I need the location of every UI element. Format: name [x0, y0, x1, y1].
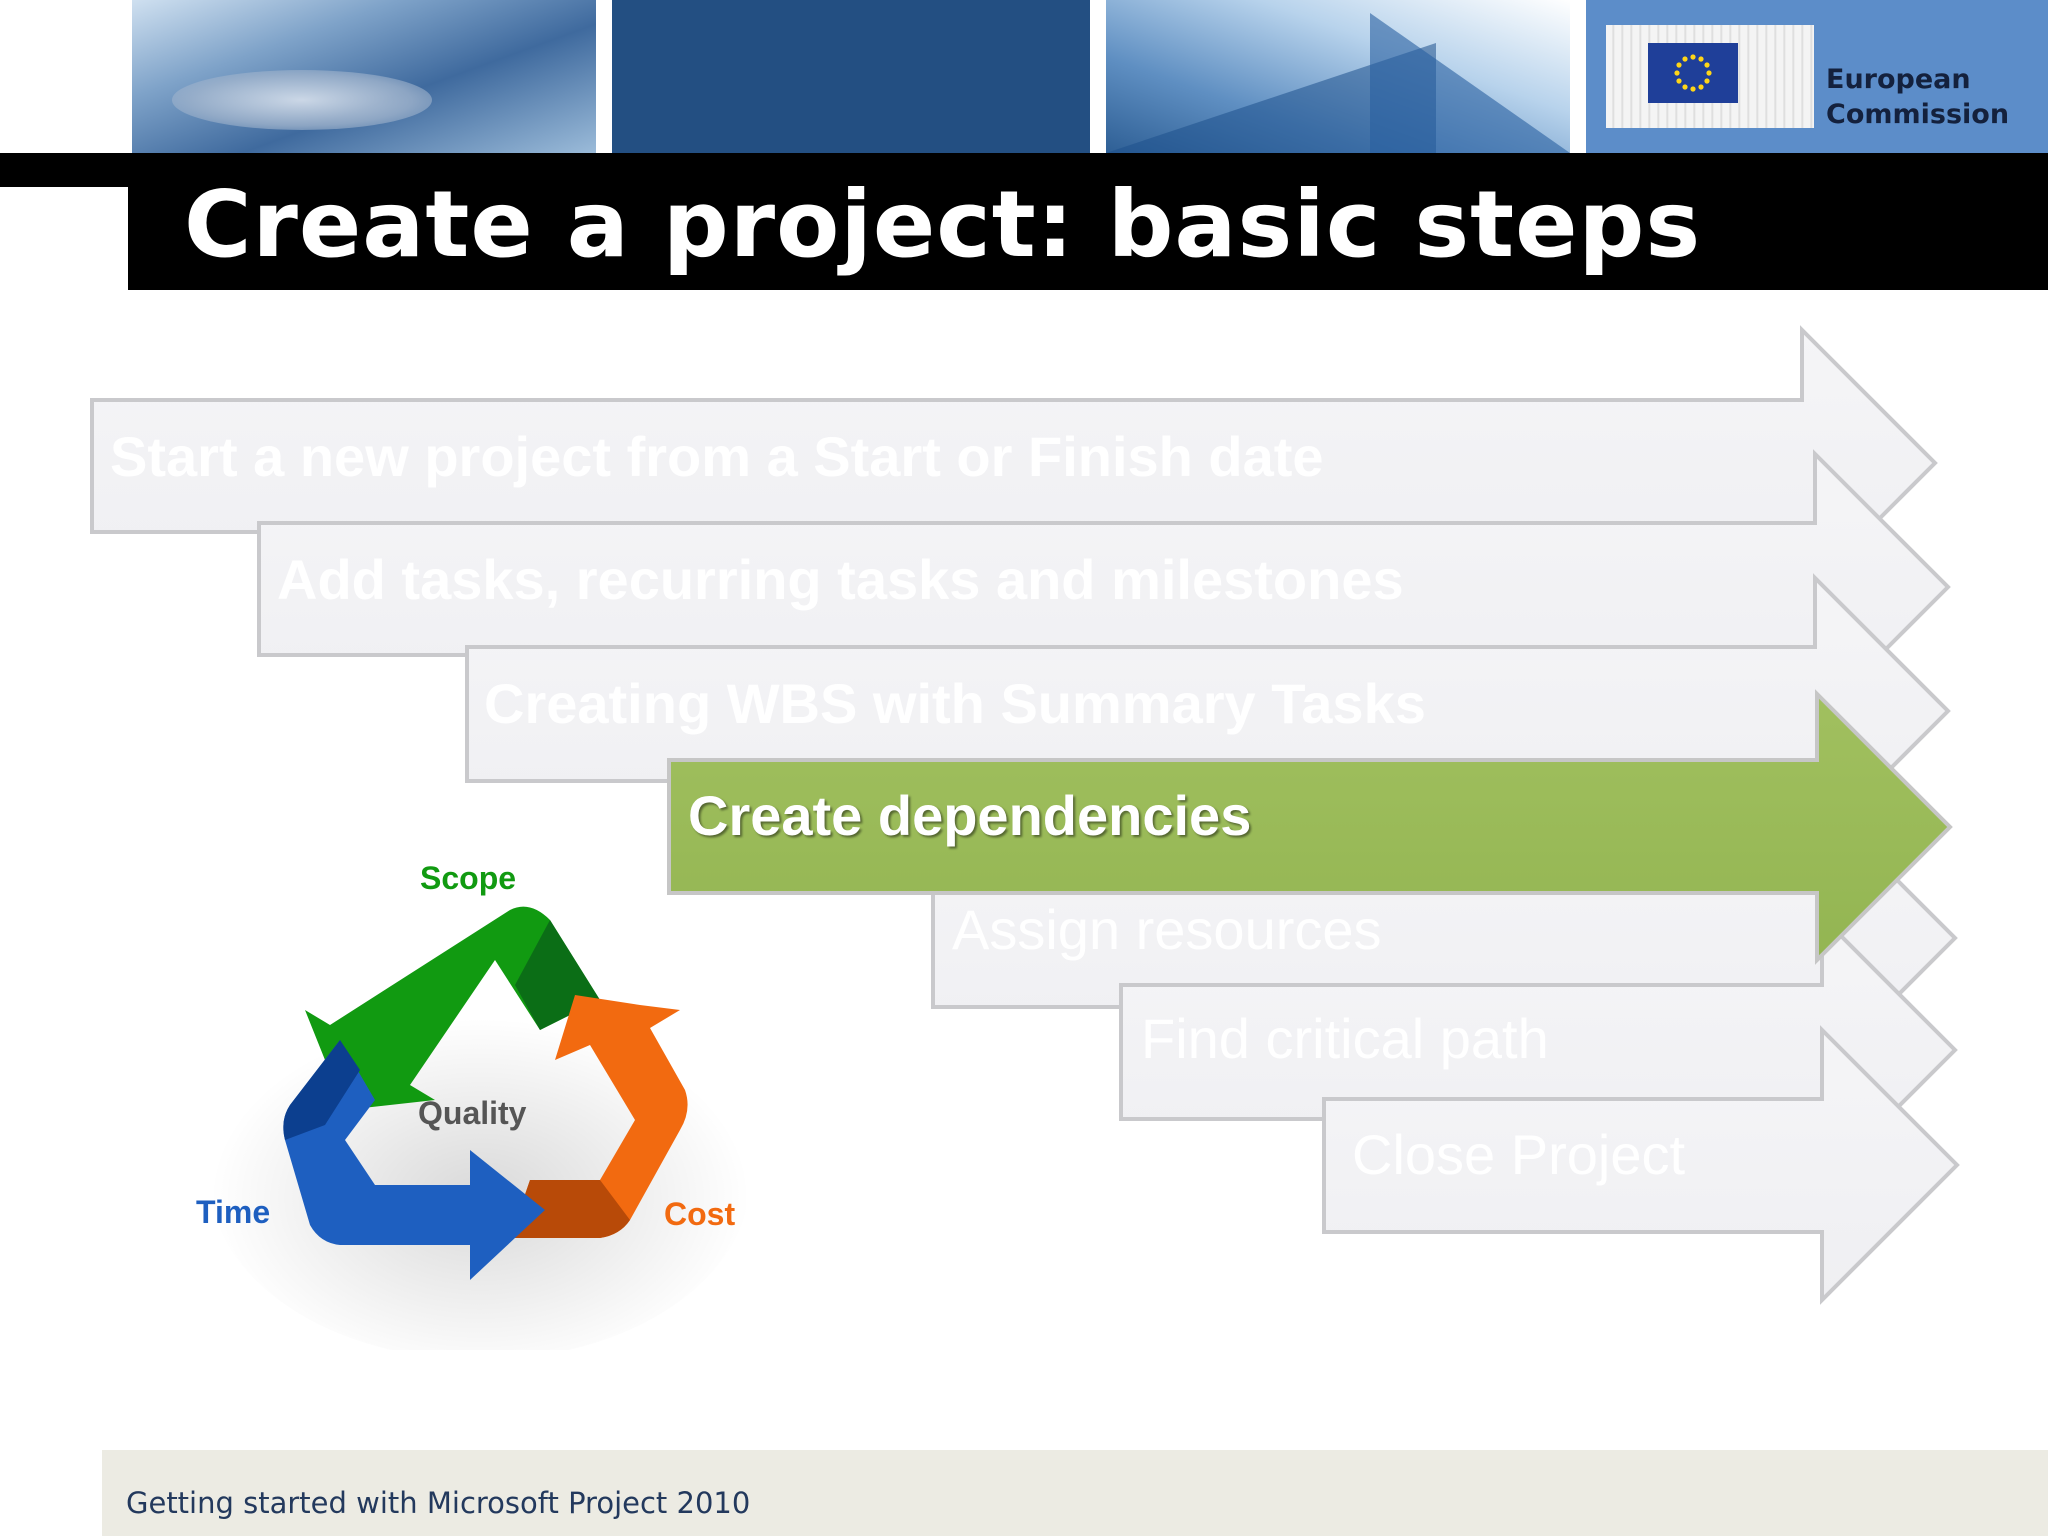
time-label: Time — [196, 1194, 271, 1230]
project-triangle-diagram: Scope Quality Time Cost — [180, 850, 780, 1360]
footer-text: Getting started with Microsoft Project 2… — [126, 1486, 751, 1520]
step-label-6: Find critical path — [1141, 1007, 1549, 1070]
step-label-1: Start a new project from a Start or Fini… — [110, 425, 1324, 488]
step-label-2: Add tasks, recurring tasks and milestone… — [277, 548, 1404, 611]
step-label-4-active: Create dependencies — [688, 784, 1252, 847]
step-label-5: Assign resources — [952, 898, 1382, 961]
quality-label: Quality — [418, 1095, 527, 1131]
footer-bar: Getting started with Microsoft Project 2… — [102, 1450, 2048, 1536]
cost-label: Cost — [664, 1196, 736, 1232]
scope-label: Scope — [420, 860, 517, 896]
step-label-3: Creating WBS with Summary Tasks — [484, 672, 1426, 735]
step-label-7: Close Project — [1352, 1123, 1686, 1186]
